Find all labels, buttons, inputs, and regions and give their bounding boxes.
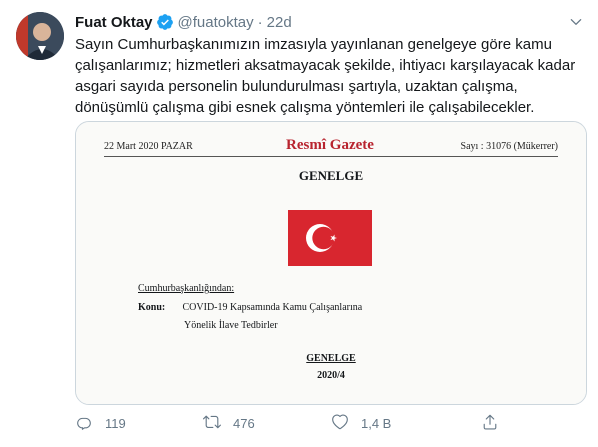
tweet-actions: 119 476 1,4 B: [75, 413, 585, 433]
like-count: 1,4 B: [361, 415, 392, 431]
tweet-timestamp[interactable]: 22d: [267, 14, 292, 31]
subject-line-1: COVID-19 Kapsamında Kamu Çalışanlarına: [182, 302, 363, 313]
document-title: GENELGE: [298, 168, 364, 183]
document-issuer: Cumhurbaşkanlığından:: [138, 283, 235, 294]
like-icon: [331, 413, 349, 434]
tweet-media-image[interactable]: 22 Mart 2020 PAZAR Resmî Gazete Sayı : 3…: [75, 121, 587, 405]
reply-count: 119: [105, 415, 126, 431]
tweet-header: Fuat Oktay @fuatoktay · 22d: [75, 12, 292, 32]
gazette-divider: [104, 156, 558, 157]
gazette-issue: Sayı : 31076 (Mükerrer): [460, 141, 558, 152]
footer-number: 2020/4: [317, 370, 345, 381]
subject-label: Konu:: [138, 302, 166, 313]
tweet-text: Sayın Cumhurbaşkanımızın imzasıyla yayın…: [75, 36, 576, 116]
reply-icon: [75, 413, 93, 434]
document-subject: Konu: COVID-19 Kapsamında Kamu Çalışanla…: [138, 302, 362, 313]
subject-line-2: Yönelik İlave Tedbirler: [184, 320, 278, 331]
author-handle[interactable]: @fuatoktay: [178, 14, 254, 31]
gazette-document: 22 Mart 2020 PAZAR Resmî Gazete Sayı : 3…: [76, 122, 586, 404]
gazette-header: 22 Mart 2020 PAZAR Resmî Gazete Sayı : 3…: [100, 137, 560, 155]
author-name[interactable]: Fuat Oktay: [75, 14, 153, 31]
separator-dot: ·: [257, 13, 263, 31]
retweet-count: 476: [233, 415, 255, 431]
like-button[interactable]: 1,4 B: [331, 413, 391, 433]
share-button[interactable]: [481, 413, 499, 433]
verified-badge-icon: [156, 13, 174, 31]
footer-title: GENELGE: [306, 353, 356, 364]
retweet-button[interactable]: 476: [203, 413, 255, 433]
share-icon: [481, 413, 499, 434]
avatar[interactable]: [16, 12, 64, 60]
retweet-icon: [203, 413, 221, 434]
reply-button[interactable]: 119: [75, 413, 126, 433]
turkish-flag-icon: [288, 210, 372, 266]
chevron-down-icon[interactable]: [566, 12, 586, 32]
